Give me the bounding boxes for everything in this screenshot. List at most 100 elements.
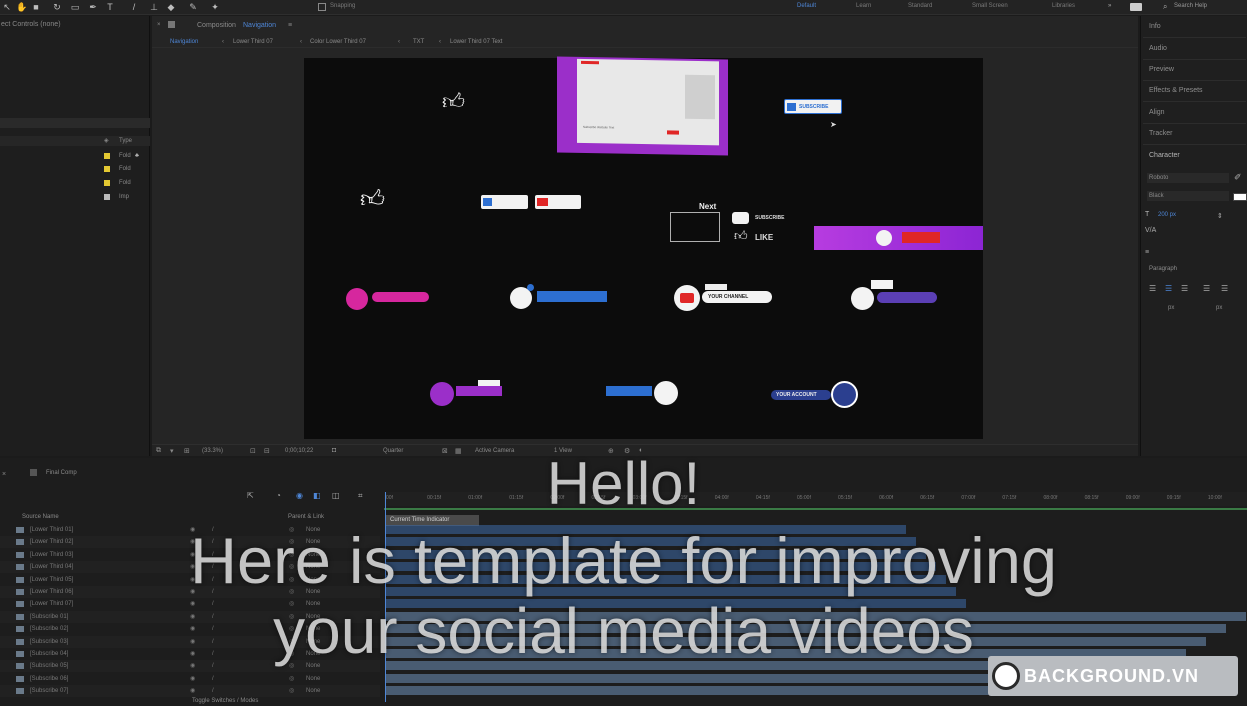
panel-audio[interactable]: Audio — [1149, 45, 1167, 52]
project-row[interactable]: Fold ♣ — [0, 150, 150, 162]
stroke-icon: ≡ — [1145, 249, 1150, 256]
breadcrumb-item[interactable]: Navigation — [170, 39, 198, 45]
panel-info[interactable]: Info — [1149, 23, 1161, 30]
timeline-layer-row[interactable]: [Subscribe 06] ◉ / ◎ None — [0, 672, 380, 685]
project-row[interactable]: Fold — [0, 163, 150, 175]
row-type: Fold — [119, 166, 131, 172]
label-swatch — [104, 153, 110, 159]
label-swatch — [104, 180, 110, 186]
workspace-tab-libraries[interactable]: Libraries — [1052, 3, 1075, 9]
camera-tool-icon[interactable]: ■ — [31, 2, 41, 12]
composition-canvas[interactable]: Subscribe Website Text 👍︎ 👍︎ SUBSCRIBE ➤… — [304, 56, 983, 439]
workspace-tab-small-screen[interactable]: Small Screen — [972, 3, 1008, 9]
toggle-switches-modes[interactable]: Toggle Switches / Modes — [192, 698, 258, 704]
workspace-tab-standard[interactable]: Standard — [908, 3, 932, 9]
quality-switch-icon[interactable]: / — [212, 673, 214, 685]
font-style-dropdown[interactable]: Black — [1147, 191, 1229, 201]
lower-third-pill — [372, 292, 429, 302]
close-icon[interactable]: × — [157, 22, 161, 28]
rotate-tool-icon[interactable]: ↻ — [52, 2, 62, 12]
visibility-eye-icon[interactable]: ◉ — [190, 685, 195, 697]
indent-value[interactable]: px — [1168, 305, 1174, 311]
font-family-dropdown[interactable]: Roboto — [1147, 173, 1229, 183]
breadcrumb-separator: ‹ — [300, 39, 302, 45]
hierarchy-icon: ♣ — [135, 153, 139, 159]
font-family-value: Roboto — [1149, 175, 1169, 181]
brush-tool-icon[interactable]: / — [129, 2, 139, 12]
breadcrumb-item[interactable]: Lower Third 07 — [233, 39, 273, 45]
panel-paragraph[interactable]: Paragraph — [1149, 266, 1177, 272]
like-button-graphic — [481, 195, 528, 209]
mockup-subscribe-btn — [667, 130, 679, 135]
lower-third-pill — [456, 386, 502, 396]
panel-character[interactable]: Character — [1149, 152, 1180, 159]
pickwhip-icon[interactable]: ◎ — [289, 685, 294, 697]
banner-subscribe-btn — [902, 232, 940, 243]
align-right-icon[interactable]: ☰ — [1181, 284, 1188, 293]
parent-dropdown[interactable]: None — [306, 685, 320, 697]
quality-switch-icon[interactable]: / — [212, 685, 214, 697]
logo-text: BACKGROUND.VN — [1024, 666, 1199, 686]
panel-align[interactable]: Align — [1149, 109, 1165, 116]
rectangle-tool-icon[interactable]: ▭ — [70, 2, 80, 12]
panel-preview[interactable]: Preview — [1149, 66, 1174, 73]
project-search-bar[interactable] — [0, 118, 150, 128]
stamp-tool-icon[interactable]: ⊥ — [149, 2, 159, 12]
more-workspaces-icon[interactable]: » — [1108, 3, 1111, 9]
roto-tool-icon[interactable]: ✎ — [188, 2, 198, 12]
subscribed-label: SUBSCRIBE — [799, 104, 829, 110]
search-icon[interactable]: ⌕ — [1163, 2, 1167, 12]
snapping-checkbox[interactable] — [318, 3, 326, 11]
layer-name[interactable]: [Subscribe 07] — [30, 685, 68, 697]
label-swatch — [104, 166, 110, 172]
visibility-eye-icon[interactable]: ◉ — [190, 673, 195, 685]
workspace-tab-default[interactable]: Default — [797, 3, 816, 9]
screen-icon[interactable] — [1130, 3, 1142, 11]
hand-tool-icon[interactable]: ✋ — [16, 2, 27, 12]
logo-icon — [992, 662, 1020, 690]
align-left-icon[interactable]: ☰ — [1149, 284, 1156, 293]
puppet-tool-icon[interactable]: ✦ — [210, 2, 220, 12]
timeline-layer-row[interactable]: [Subscribe 07] ◉ / ◎ None — [0, 685, 380, 698]
divider — [1143, 80, 1246, 81]
channel-label: YOUR CHANNEL — [708, 294, 749, 300]
effect-controls-tab[interactable]: ect Controls (none) — [1, 21, 61, 28]
breadcrumb-item[interactable]: Lower Third 07 Text — [450, 39, 502, 45]
breadcrumb-item[interactable]: Color Lower Third 07 — [310, 39, 366, 45]
lock-icon[interactable] — [168, 21, 175, 28]
breadcrumb-item[interactable]: TXT — [413, 39, 424, 45]
breadcrumb-separator: ‹ — [439, 39, 441, 45]
thumbs-up-icon: 👍︎ — [442, 89, 465, 114]
comp-layer-icon — [16, 675, 24, 682]
panel-tracker[interactable]: Tracker — [1149, 130, 1172, 137]
eyedropper-icon[interactable]: ✐ — [1234, 172, 1242, 183]
arrow-tool-icon[interactable]: ↖ — [2, 2, 12, 12]
snapping-label: Snapping — [330, 3, 356, 9]
eraser-tool-icon[interactable]: ◆ — [166, 2, 176, 12]
fill-color-swatch[interactable] — [1233, 193, 1247, 201]
cursor-icon: ➤ — [830, 120, 837, 129]
viewer-comp-name[interactable]: Navigation — [243, 22, 276, 29]
font-size-value[interactable]: 200 px — [1158, 212, 1176, 218]
workspace-tab-learn[interactable]: Learn — [856, 3, 871, 9]
indent-right-value[interactable]: px — [1216, 305, 1222, 311]
subscribed-button-graphic: SUBSCRIBE — [784, 99, 842, 114]
avatar — [876, 230, 892, 246]
align-center-icon[interactable]: ☰ — [1165, 284, 1172, 293]
kerning-icon: V/A — [1145, 227, 1157, 234]
type-tool-icon[interactable]: T — [105, 2, 115, 12]
pickwhip-icon[interactable]: ◎ — [289, 673, 294, 685]
panel-effects-presets[interactable]: Effects & Presets — [1149, 87, 1203, 94]
layer-name[interactable]: [Subscribe 06] — [30, 673, 68, 685]
type-column-header[interactable]: Type — [119, 138, 132, 144]
justify-all-icon[interactable]: ☰ — [1221, 284, 1228, 293]
next-label: Next — [699, 202, 717, 211]
project-row[interactable]: Fold — [0, 177, 150, 189]
viewer-menu-icon[interactable]: ≡ — [288, 22, 292, 29]
badge-icon — [527, 284, 534, 291]
justify-icon[interactable]: ☰ — [1203, 284, 1210, 293]
parent-dropdown[interactable]: None — [306, 673, 320, 685]
pen-tool-icon[interactable]: ✒ — [88, 2, 98, 12]
project-row[interactable]: Imp — [0, 191, 150, 203]
search-help-input[interactable]: Search Help — [1174, 3, 1207, 9]
